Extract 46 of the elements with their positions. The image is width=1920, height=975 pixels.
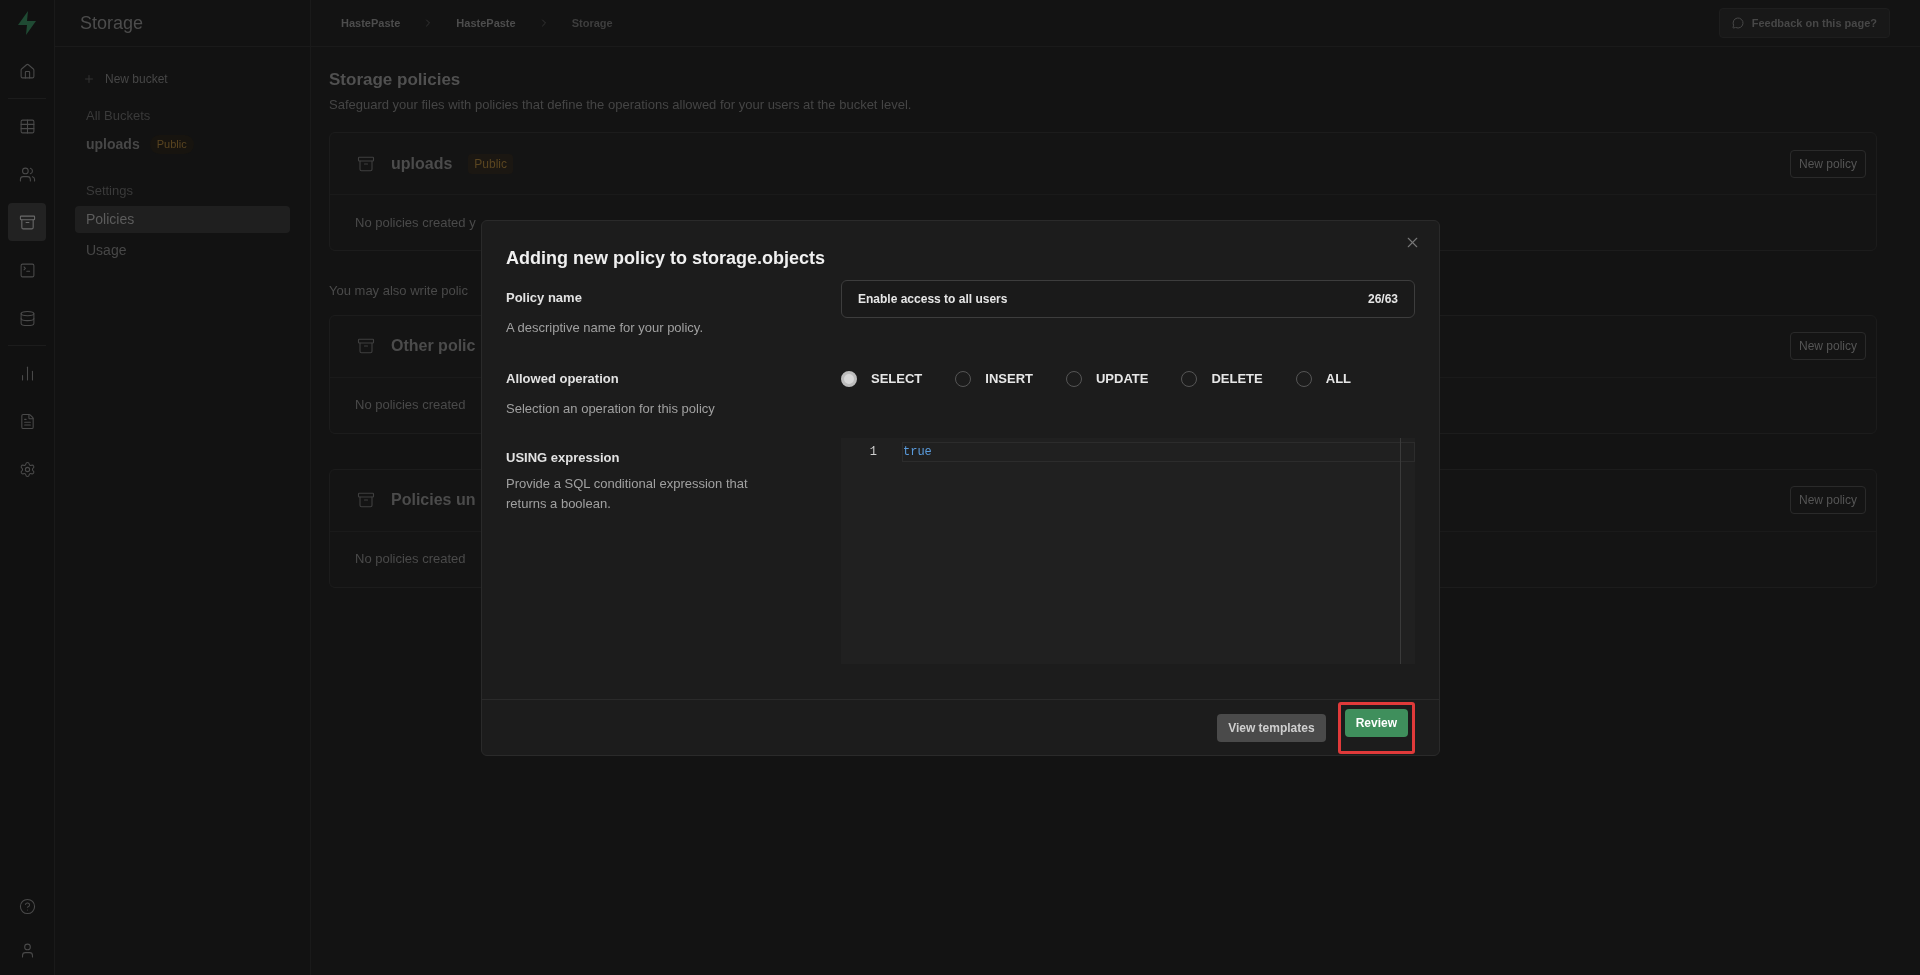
field-label: Policy name xyxy=(506,289,583,307)
item-label: Policies xyxy=(86,210,135,229)
sidebar-title: Storage xyxy=(80,11,144,35)
rail-button[interactable] xyxy=(8,203,46,241)
operation-radio[interactable]: SELECT xyxy=(841,369,923,389)
terminal-icon xyxy=(18,261,36,279)
public-badge: Public xyxy=(149,135,194,154)
operation-radio[interactable]: INSERT xyxy=(955,369,1033,389)
operation-radio[interactable]: UPDATE xyxy=(1065,369,1149,389)
field-description: A descriptive name for your policy. xyxy=(506,318,704,337)
archive-icon xyxy=(357,337,375,355)
breadcrumb-link[interactable]: HastePaste xyxy=(341,14,401,32)
policy-name-input[interactable]: Enable access to all users xyxy=(858,290,1368,308)
breadcrumb-link[interactable]: HastePaste xyxy=(456,14,516,32)
code-editor[interactable]: 1 true xyxy=(841,438,1415,664)
archive-icon xyxy=(357,491,375,509)
line-number: 1 xyxy=(868,444,877,461)
database-icon xyxy=(18,309,36,327)
policy-name-field[interactable]: Enable access to all users 26/63 xyxy=(841,280,1415,318)
archive-icon xyxy=(18,213,36,231)
field-label: USING expression xyxy=(506,449,621,467)
field-description: Selection an operation for this policy xyxy=(506,399,716,418)
chat-icon xyxy=(1731,17,1744,29)
character-counter: 26/63 xyxy=(1367,291,1398,308)
new-policy-button[interactable]: New policy xyxy=(1789,149,1866,178)
dialog-title: Adding new policy to storage.objects xyxy=(506,247,827,270)
review-button[interactable]: Review xyxy=(1344,708,1408,737)
logo-icon xyxy=(16,10,38,36)
document-icon xyxy=(18,412,36,430)
sidebar-item[interactable]: Policies xyxy=(75,206,290,233)
settings-icon xyxy=(18,460,36,478)
help-icon xyxy=(18,897,36,915)
field-label: Allowed operation xyxy=(506,370,620,388)
templates-button[interactable]: View templates xyxy=(1217,713,1326,742)
new-policy-button[interactable]: New policy xyxy=(1789,332,1866,360)
home-icon xyxy=(18,62,36,80)
plus-icon xyxy=(83,73,95,85)
operation-radio[interactable]: DELETE xyxy=(1181,369,1263,389)
public-badge: Public xyxy=(468,153,514,174)
operation-radio[interactable]: ALL xyxy=(1295,369,1352,389)
new-policy-button[interactable]: New policy xyxy=(1789,486,1866,514)
field-description: Provide a SQL conditional expression that returns a boolean. xyxy=(506,474,749,513)
users-icon xyxy=(18,165,36,183)
archive-icon xyxy=(357,154,375,173)
table-icon xyxy=(18,117,36,135)
page-title: Storage policies xyxy=(329,69,462,91)
